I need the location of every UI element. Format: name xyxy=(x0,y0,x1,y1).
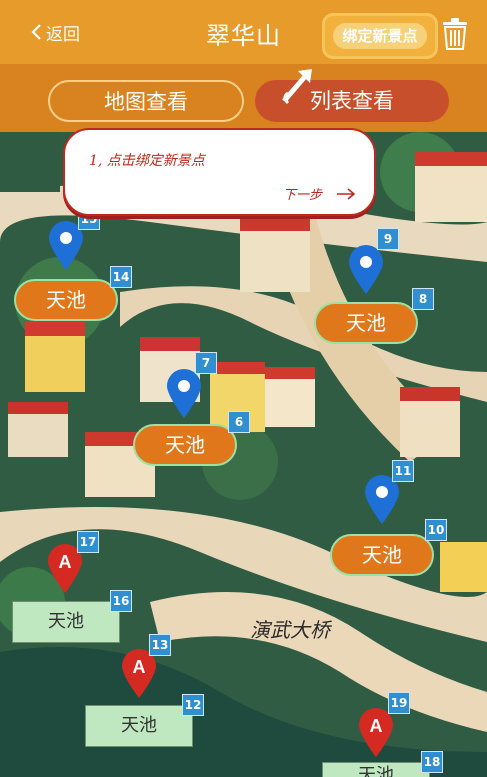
guide-tooltip: 1, 点击绑定新景点 下一步 xyxy=(63,128,376,216)
map-pin-icon[interactable] xyxy=(165,368,203,418)
bind-new-spot-label: 绑定新景点 xyxy=(333,23,427,49)
spot-label-pill[interactable]: 天池 xyxy=(14,279,118,321)
illustrated-map[interactable]: 演武大桥 15 天池 14 9 天池 8 7 天池 6 11 天池 10 A 1… xyxy=(0,132,487,777)
spot-number-badge: 7 xyxy=(195,352,217,374)
spot-number-badge: 16 xyxy=(110,590,132,612)
spot-label-pill[interactable]: 天池 xyxy=(314,302,418,344)
trash-icon[interactable] xyxy=(442,18,468,50)
app-header: 返回 翠华山 绑定新景点 xyxy=(0,0,487,64)
spot-number-badge: 19 xyxy=(388,692,410,714)
svg-text:A: A xyxy=(59,552,72,572)
spot-label-pill[interactable]: 天池 xyxy=(133,424,237,466)
next-step-button[interactable]: 下一步 xyxy=(283,184,356,203)
view-tab-bar: 地图查看 列表查看 xyxy=(0,64,487,132)
spot-label-pill[interactable]: 天池 xyxy=(330,534,434,576)
svg-text:A: A xyxy=(370,716,383,736)
guide-step-text: 1, 点击绑定新景点 xyxy=(89,153,205,169)
spot-number-badge: 8 xyxy=(412,288,434,310)
arrow-right-icon xyxy=(337,187,356,200)
spot-number-badge: 11 xyxy=(392,460,414,482)
map-pin-icon[interactable] xyxy=(347,244,385,294)
bind-new-spot-button[interactable]: 绑定新景点 xyxy=(325,16,435,56)
spot-number-badge: 17 xyxy=(77,531,99,553)
spot-number-badge: 9 xyxy=(377,228,399,250)
spot-label-box[interactable]: 天池 xyxy=(12,601,120,643)
tab-map-view[interactable]: 地图查看 xyxy=(48,80,244,122)
spot-number-badge: 18 xyxy=(421,751,443,773)
spot-label-box[interactable]: 天池 xyxy=(322,762,430,777)
pointer-arrow-icon xyxy=(282,69,312,105)
spot-number-badge: 6 xyxy=(228,411,250,433)
road-label: 演武大桥 xyxy=(250,618,333,642)
next-step-label: 下一步 xyxy=(282,188,322,203)
spot-number-badge: 12 xyxy=(182,694,204,716)
spot-number-badge: 13 xyxy=(149,634,171,656)
svg-text:A: A xyxy=(133,657,146,677)
red-map-pin-icon[interactable]: A xyxy=(357,707,395,757)
spot-number-badge: 10 xyxy=(425,519,447,541)
spot-label-box[interactable]: 天池 xyxy=(85,705,193,747)
spot-number-badge: 14 xyxy=(110,266,132,288)
